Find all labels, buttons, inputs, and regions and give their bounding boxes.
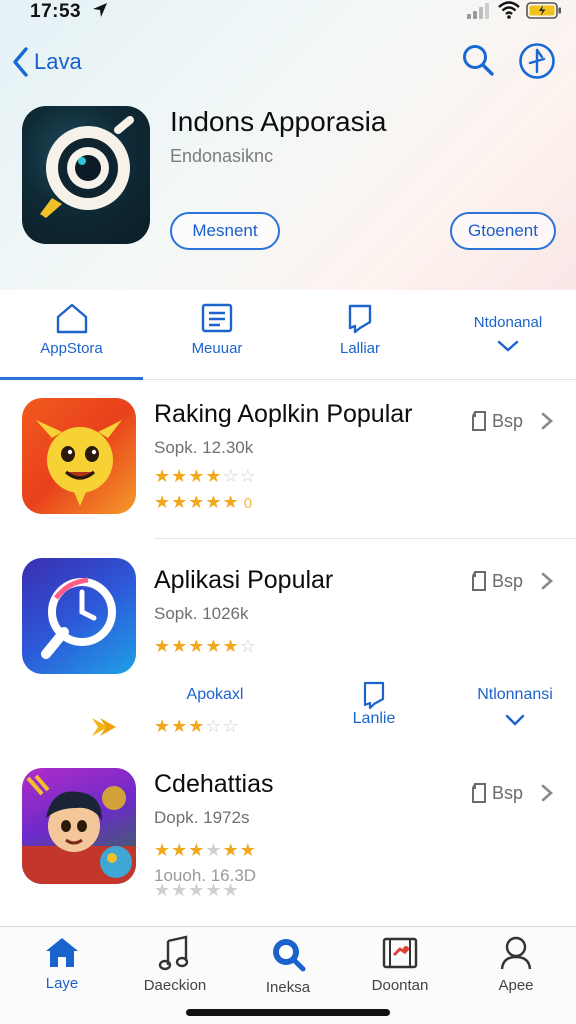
bookmark-icon — [363, 681, 385, 710]
rating-count: 0 — [243, 495, 254, 512]
divider — [154, 538, 576, 539]
subtab-label: Apokaxl — [186, 686, 244, 703]
star-rating: ★★★★★☆ — [154, 636, 257, 656]
tab-saved[interactable]: Lalliar — [310, 290, 410, 378]
inline-tab-row: Apokaxl Lanlie Ntlonnansi — [140, 676, 576, 748]
star-rating-secondary: ★★★★★ 0 — [154, 492, 254, 512]
bookmark-icon — [348, 304, 372, 334]
row-meta: Dopk. 1972s — [154, 808, 250, 827]
wifi-icon — [498, 1, 520, 19]
update-icon — [382, 937, 418, 969]
primary-pill-button[interactable]: Mesnent — [170, 212, 280, 250]
home-indicator[interactable] — [186, 1009, 390, 1016]
cartoon-character-icon — [36, 420, 122, 506]
person-icon — [500, 936, 532, 970]
location-arrow-icon — [93, 3, 107, 17]
status-bar: 17:53 — [0, 0, 576, 24]
row-title: Cdehattias — [154, 770, 274, 798]
tab-label: Lalliar — [339, 340, 381, 357]
subtab-label: Ntlonnansi — [477, 686, 553, 703]
music-note-icon — [158, 935, 189, 971]
subtab-later[interactable]: Lanlie — [334, 680, 414, 728]
chevron-right-icon[interactable] — [540, 784, 554, 802]
chevron-left-icon — [13, 47, 28, 77]
tab-appstore[interactable]: AppStora — [0, 290, 143, 380]
list-icon — [201, 303, 233, 333]
compass-icon[interactable] — [518, 42, 556, 80]
list-item[interactable]: Cdehattias Dopk. 1972s ★★★★★★ 1ouoh. 16.… — [0, 752, 576, 924]
row-meta: Sopk. 12.30k — [154, 438, 254, 457]
promo-arrow-icon — [92, 718, 116, 736]
get-label: Bsp — [492, 410, 524, 431]
tabbar-label: Daeckion — [143, 977, 207, 994]
download-icon — [472, 783, 486, 803]
app-store-screen: 17:53 Lava Indons Apporasia Endonasiknc … — [0, 0, 576, 1024]
tabbar-item-search[interactable]: Ineksa — [238, 935, 338, 996]
signal-icon — [467, 3, 489, 19]
tabbar-item-home[interactable]: Laye — [12, 935, 112, 992]
status-time: 17:53 — [30, 1, 82, 22]
subtab-more[interactable]: Ntlonnansi — [460, 686, 570, 726]
tabbar-label: Laye — [45, 975, 79, 992]
tabbar-item-profile[interactable]: Apee — [466, 935, 566, 994]
search-icon — [273, 939, 306, 972]
row-meta: Sopk. 1026k — [154, 604, 249, 623]
game-app-icon — [22, 398, 136, 514]
search-icon[interactable] — [460, 42, 496, 78]
star-rating-faded: ★★★★★ — [154, 880, 240, 900]
download-icon — [472, 411, 486, 431]
category-tab-row: AppStora Meuuar Lalliar Ntdonanal — [0, 290, 576, 380]
list-item[interactable]: Aplikasi Popular Sopk. 1026k ★★★★★☆ Bsp — [0, 540, 576, 680]
tab-label: AppStora — [40, 340, 103, 357]
camera-lens-icon — [40, 116, 134, 218]
back-button[interactable]: Lava — [10, 44, 82, 80]
get-button[interactable]: Bsp — [470, 410, 523, 432]
star-rating: ★★★★☆☆ — [154, 466, 257, 486]
subtab-label: Lanlie — [352, 710, 396, 727]
list-item[interactable]: Raking Aoplkin Popular Sopk. 12.30k ★★★★… — [0, 380, 576, 540]
chevron-down-icon — [505, 714, 525, 726]
tabbar-label: Doontan — [371, 977, 429, 994]
cartoon-hero-icon — [22, 774, 136, 884]
back-label: Lava — [34, 49, 82, 74]
chevron-right-icon[interactable] — [540, 572, 554, 590]
tab-more[interactable]: Ntdonanal — [440, 290, 576, 378]
row-title: Aplikasi Popular — [154, 566, 334, 594]
get-button[interactable]: Bsp — [470, 782, 523, 804]
secondary-pill-button[interactable]: Gtoenent — [450, 212, 556, 250]
app-icon[interactable] — [22, 106, 150, 244]
app-title: Indons Apporasia — [170, 106, 387, 137]
house-icon — [56, 303, 87, 334]
game-app-icon — [22, 768, 136, 884]
magnifier-clock-icon — [41, 577, 116, 659]
download-icon — [472, 571, 486, 591]
get-button[interactable]: Bsp — [470, 570, 523, 592]
tabbar-label: Apee — [498, 977, 534, 994]
tabbar-label: Ineksa — [265, 979, 311, 996]
tab-label: Ntdonanal — [473, 314, 543, 331]
tabbar-item-music[interactable]: Daeckion — [125, 935, 225, 994]
tabbar-item-updates[interactable]: Doontan — [350, 935, 450, 994]
star-rating: ★★★☆☆ — [154, 716, 240, 736]
blue-app-icon — [22, 558, 136, 674]
star-rating: ★★★★★★ — [154, 840, 257, 860]
row-title: Raking Aoplkin Popular — [154, 400, 413, 428]
get-label: Bsp — [492, 782, 524, 803]
chevron-right-icon[interactable] — [540, 412, 554, 430]
app-subtitle: Endonasiknc — [170, 146, 274, 166]
tab-menu[interactable]: Meuuar — [160, 290, 274, 378]
subtab-apps[interactable]: Apokaxl — [160, 686, 270, 704]
get-label: Bsp — [492, 570, 524, 591]
home-icon — [46, 938, 78, 967]
battery-icon — [526, 2, 561, 19]
tab-label: Meuuar — [191, 340, 243, 357]
chevron-down-icon — [497, 340, 519, 352]
